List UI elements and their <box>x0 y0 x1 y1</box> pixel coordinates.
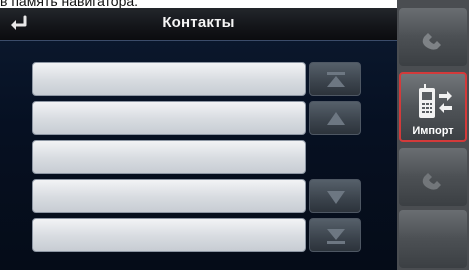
contact-row[interactable] <box>32 218 306 252</box>
contact-row[interactable] <box>32 62 306 96</box>
title-bar: Контакты <box>0 8 397 41</box>
skip-to-top-icon <box>327 72 345 87</box>
phone-import-icon <box>419 84 452 118</box>
phone-icon <box>422 173 441 190</box>
sidebar-action-button[interactable] <box>399 210 467 268</box>
skip-to-bottom-button[interactable] <box>309 218 361 252</box>
contact-row[interactable] <box>32 140 306 174</box>
contact-row[interactable] <box>32 179 306 213</box>
call-button[interactable] <box>399 8 467 66</box>
contact-list <box>32 62 306 257</box>
phone-icon <box>422 33 441 50</box>
action-sidebar: Импорт <box>397 0 469 270</box>
import-button[interactable]: Импорт <box>399 72 467 142</box>
page-title: Контакты <box>162 14 235 31</box>
document-caption: в память навигатора. <box>0 0 139 9</box>
scroll-down-button[interactable] <box>309 179 361 213</box>
skip-to-top-button[interactable] <box>309 62 361 96</box>
scroll-down-icon <box>327 191 345 204</box>
scroll-up-icon <box>327 112 345 125</box>
skip-to-bottom-icon <box>327 229 345 244</box>
scroll-up-button[interactable] <box>309 101 361 135</box>
sidebar-action-button[interactable] <box>399 148 467 206</box>
import-label: Импорт <box>412 125 454 137</box>
contacts-screen: Контакты <box>0 8 397 270</box>
contact-row[interactable] <box>32 101 306 135</box>
